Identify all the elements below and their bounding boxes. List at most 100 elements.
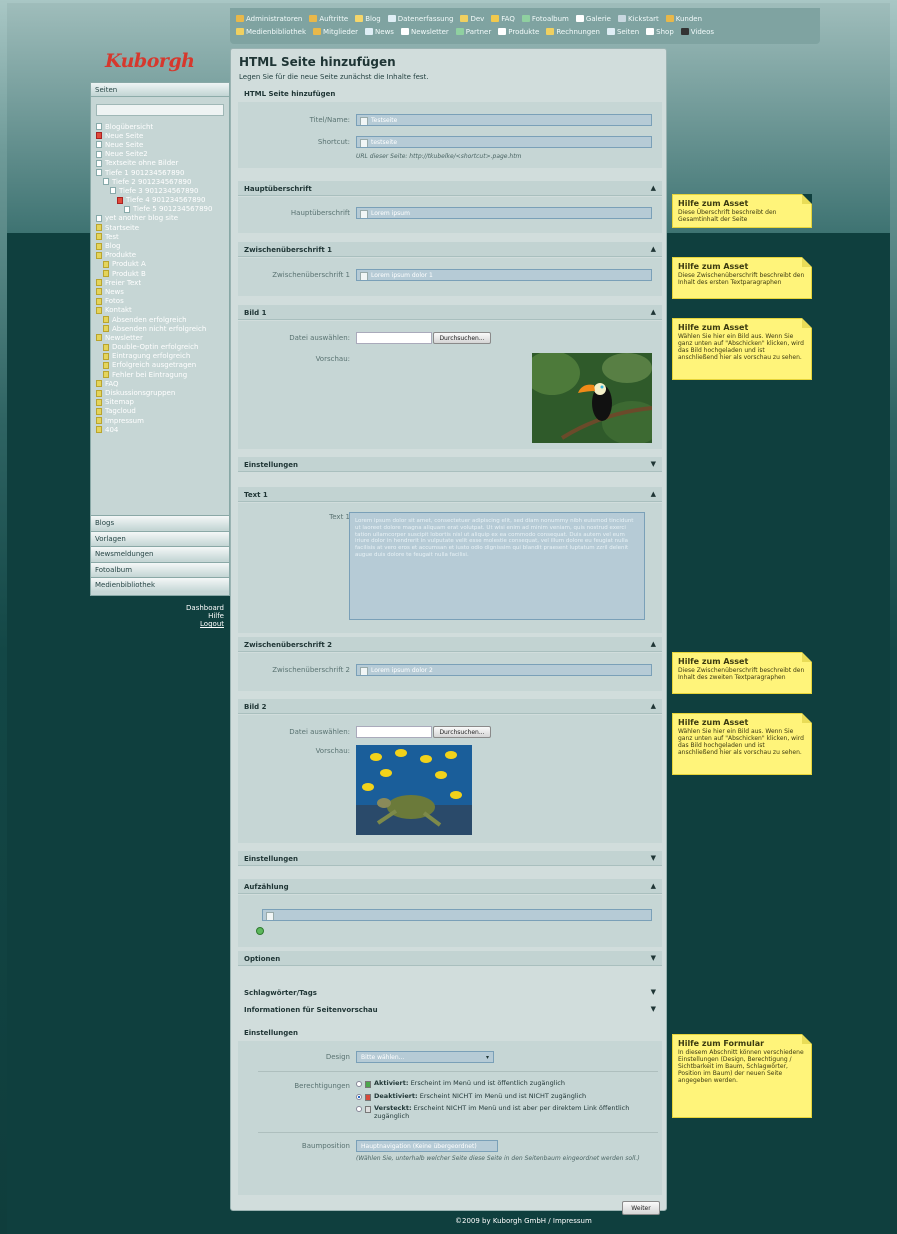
list-item-input[interactable] bbox=[262, 909, 652, 921]
nav-item[interactable]: Medienbibliothek bbox=[236, 28, 306, 36]
nav-item[interactable]: Kunden bbox=[665, 15, 702, 23]
sidebar-section[interactable]: Newsmeldungen bbox=[91, 546, 229, 560]
dashboard-link[interactable]: Dashboard bbox=[150, 604, 224, 612]
tree-item[interactable]: Sitemap bbox=[96, 398, 229, 407]
nav-item[interactable]: Partner bbox=[455, 28, 491, 36]
zwischen1-input[interactable]: Lorem ipsum dolor 1 bbox=[356, 269, 652, 281]
section-zwischen1-header[interactable]: Zwischenüberschrift 1 ▲ bbox=[238, 242, 662, 257]
sidebar-section[interactable]: Blogs bbox=[91, 515, 229, 529]
tree-item[interactable]: Produkte bbox=[96, 251, 229, 260]
nav-item[interactable]: Datenerfassung bbox=[387, 15, 453, 23]
collapse-icon[interactable]: ▲ bbox=[651, 702, 656, 710]
section-bild2-header[interactable]: Bild 2 ▲ bbox=[238, 699, 662, 714]
tree-item[interactable]: Produkt B bbox=[96, 269, 229, 278]
tree-item[interactable]: Textseite ohne Bilder bbox=[96, 159, 229, 168]
nav-item[interactable]: Produkte bbox=[498, 28, 539, 36]
radio-button[interactable] bbox=[356, 1081, 362, 1087]
tree-item[interactable]: Produkt A bbox=[96, 260, 229, 269]
logo[interactable]: Kuborgh bbox=[105, 50, 195, 72]
tree-item[interactable]: Fotos bbox=[96, 297, 229, 306]
nav-item[interactable]: Auftritte bbox=[309, 15, 348, 23]
tree-item[interactable]: Erfolgreich ausgetragen bbox=[96, 361, 229, 370]
tree-item[interactable]: Tiefe 2 901234567890 bbox=[96, 177, 229, 186]
tree-item[interactable]: Impressum bbox=[96, 416, 229, 425]
expand-icon[interactable]: ▼ bbox=[651, 1005, 656, 1013]
tree-item[interactable]: Eintragung erfolgreich bbox=[96, 352, 229, 361]
tree-item[interactable]: Blog bbox=[96, 241, 229, 250]
help-link[interactable]: Hilfe bbox=[150, 612, 224, 620]
browse-button[interactable]: Durchsuchen... bbox=[433, 726, 491, 738]
tree-item[interactable]: Tiefe 3 901234567890 bbox=[96, 186, 229, 195]
nav-item[interactable]: News bbox=[365, 28, 394, 36]
collapse-icon[interactable]: ▲ bbox=[651, 184, 656, 192]
sidebar-search-input[interactable] bbox=[96, 104, 224, 116]
tree-item[interactable]: Freier Text bbox=[96, 278, 229, 287]
collapse-icon[interactable]: ▲ bbox=[651, 882, 656, 890]
section-tags-header[interactable]: Schlagwörter/Tags ▼ bbox=[238, 985, 662, 1000]
section-text1-header[interactable]: Text 1 ▲ bbox=[238, 487, 662, 502]
nav-item[interactable]: Fotoalbum bbox=[521, 15, 569, 23]
nav-item[interactable]: Galerie bbox=[575, 15, 611, 23]
tree-item[interactable]: Tagcloud bbox=[96, 407, 229, 416]
tree-item[interactable]: Neue Seite2 bbox=[96, 150, 229, 159]
section-aufz-header[interactable]: Aufzählung ▲ bbox=[238, 879, 662, 894]
tree-item[interactable]: News bbox=[96, 287, 229, 296]
tree-item[interactable]: Startseite bbox=[96, 223, 229, 232]
section-zwischen2-header[interactable]: Zwischenüberschrift 2 ▲ bbox=[238, 637, 662, 652]
section-optionen-header[interactable]: Optionen ▼ bbox=[238, 951, 662, 966]
design-select[interactable]: Bitte wählen... ▾ bbox=[356, 1051, 494, 1063]
section-einst2-header[interactable]: Einstellungen ▼ bbox=[238, 851, 662, 866]
file-input[interactable] bbox=[356, 726, 432, 738]
expand-icon[interactable]: ▼ bbox=[651, 988, 656, 996]
collapse-icon[interactable]: ▲ bbox=[651, 490, 656, 498]
sidebar-section[interactable]: Fotoalbum bbox=[91, 561, 229, 576]
expand-icon[interactable]: ▼ bbox=[651, 854, 656, 862]
nav-item[interactable]: Administratoren bbox=[236, 15, 302, 23]
tree-item[interactable]: Diskussionsgruppen bbox=[96, 388, 229, 397]
nav-item[interactable]: Videos bbox=[680, 28, 714, 36]
collapse-icon[interactable]: ▲ bbox=[651, 245, 656, 253]
logout-link[interactable]: Logout bbox=[150, 620, 224, 628]
permission-option[interactable]: Aktiviert: Erscheint im Menü und ist öff… bbox=[356, 1079, 656, 1088]
sidebar-header-seiten[interactable]: Seiten bbox=[91, 83, 229, 97]
nav-item[interactable]: Dev bbox=[460, 15, 484, 23]
tree-position-select[interactable]: Hauptnavigation (Keine übergeordnet) bbox=[356, 1140, 498, 1152]
radio-button[interactable] bbox=[356, 1094, 362, 1100]
zwischen2-input[interactable]: Lorem ipsum dolor 2 bbox=[356, 664, 652, 676]
tree-item[interactable]: Tiefe 4 901234567890 bbox=[96, 196, 229, 205]
tree-item[interactable]: Absenden erfolgreich bbox=[96, 315, 229, 324]
browse-button[interactable]: Durchsuchen... bbox=[433, 332, 491, 344]
shortcut-input[interactable]: testseite bbox=[356, 136, 652, 148]
collapse-icon[interactable]: ▲ bbox=[651, 308, 656, 316]
tree-item[interactable]: Double-Optin erfolgreich bbox=[96, 343, 229, 352]
tree-item[interactable]: 404 bbox=[96, 425, 229, 434]
tree-item[interactable]: FAQ bbox=[96, 379, 229, 388]
permission-option[interactable]: Deaktiviert: Erscheint NICHT im Menü und… bbox=[356, 1092, 656, 1101]
tree-item[interactable]: Neue Seite bbox=[96, 140, 229, 149]
tree-item[interactable]: Newsletter bbox=[96, 333, 229, 342]
tree-item[interactable]: Absenden nicht erfolgreich bbox=[96, 324, 229, 333]
tree-item[interactable]: Tiefe 1 901234567890 bbox=[96, 168, 229, 177]
nav-item[interactable]: Newsletter bbox=[400, 28, 449, 36]
tree-item[interactable]: yet another blog site bbox=[96, 214, 229, 223]
expand-icon[interactable]: ▼ bbox=[651, 954, 656, 962]
section-einst1-header[interactable]: Einstellungen ▼ bbox=[238, 457, 662, 472]
radio-button[interactable] bbox=[356, 1106, 362, 1112]
nav-item[interactable]: Mitglieder bbox=[313, 28, 358, 36]
add-item-icon[interactable] bbox=[256, 927, 264, 935]
section-bild1-header[interactable]: Bild 1 ▲ bbox=[238, 305, 662, 320]
title-input[interactable]: Testseite bbox=[356, 114, 652, 126]
text1-textarea[interactable]: Lorem ipsum dolor sit amet, consectetuer… bbox=[349, 512, 645, 620]
sidebar-section[interactable]: Medienbibliothek bbox=[91, 577, 229, 591]
nav-item[interactable]: Blog bbox=[355, 15, 381, 23]
section-haupt-header[interactable]: Hauptüberschrift ▲ bbox=[238, 181, 662, 196]
permission-option[interactable]: Versteckt: Erscheint NICHT im Menü und i… bbox=[356, 1104, 656, 1120]
expand-icon[interactable]: ▼ bbox=[651, 460, 656, 468]
tree-item[interactable]: Fehler bei Eintragung bbox=[96, 370, 229, 379]
collapse-icon[interactable]: ▲ bbox=[651, 640, 656, 648]
next-button[interactable]: Weiter bbox=[622, 1201, 660, 1215]
section-preview-info-header[interactable]: Informationen für Seitenvorschau ▼ bbox=[238, 1002, 662, 1017]
nav-item[interactable]: Rechnungen bbox=[546, 28, 600, 36]
nav-item[interactable]: FAQ bbox=[491, 15, 515, 23]
tree-item[interactable]: Neue Seite bbox=[96, 131, 229, 140]
